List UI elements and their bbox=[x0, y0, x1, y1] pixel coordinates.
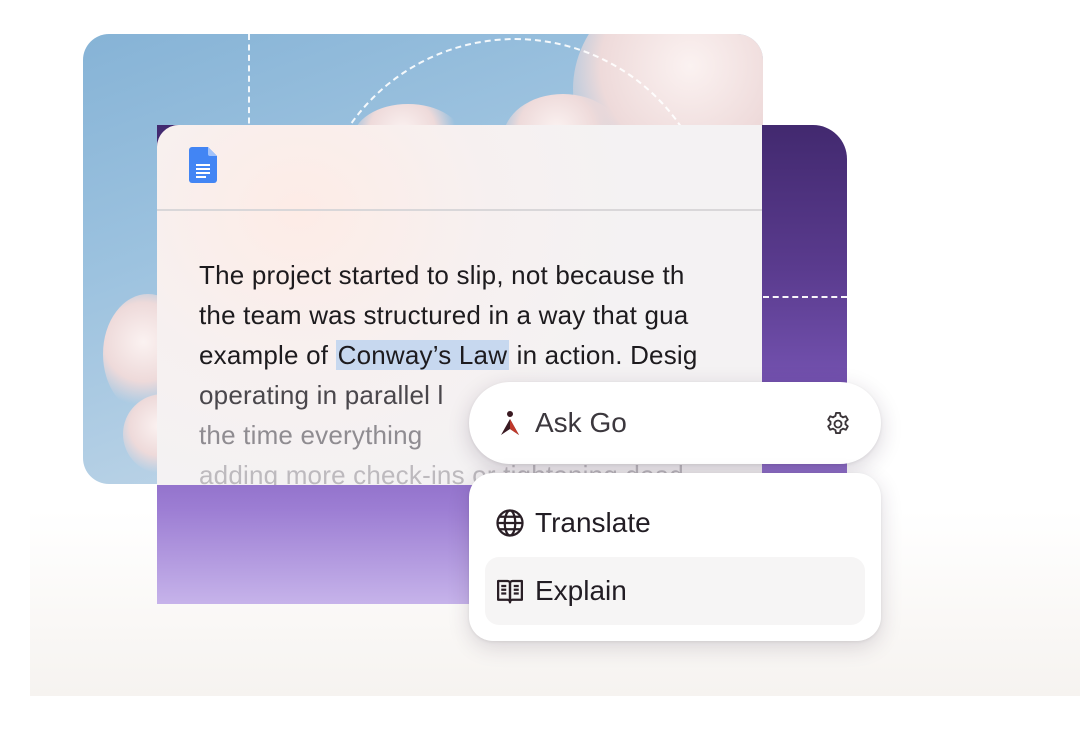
menu-item-label: Translate bbox=[535, 507, 651, 538]
highlighted-selection[interactable]: Conway’s Law bbox=[335, 340, 510, 370]
gear-icon[interactable] bbox=[824, 410, 852, 438]
document-header bbox=[157, 125, 762, 211]
action-menu: Translate Explain bbox=[469, 473, 881, 641]
globe-icon bbox=[495, 508, 525, 538]
ask-go-input-bar[interactable]: Ask Go bbox=[469, 382, 881, 464]
line-text-after: in action. Desig bbox=[509, 340, 698, 370]
document-line: example of Conway’s Law in action. Desig bbox=[199, 335, 762, 375]
menu-item-label: Explain bbox=[535, 575, 627, 606]
menu-item-translate[interactable]: Translate bbox=[485, 489, 865, 557]
go-logo-icon bbox=[499, 410, 521, 436]
line-text-before: example of bbox=[199, 340, 336, 370]
dashed-guide-horizontal bbox=[763, 296, 847, 298]
book-icon bbox=[495, 576, 525, 606]
dashed-guide-vertical bbox=[248, 34, 250, 134]
document-line: The project started to slip, not because… bbox=[199, 260, 685, 290]
document-line: the team was structured in a way that gu… bbox=[199, 300, 689, 330]
ask-go-placeholder[interactable]: Ask Go bbox=[535, 406, 627, 440]
menu-item-explain[interactable]: Explain bbox=[485, 557, 865, 625]
google-docs-icon[interactable] bbox=[189, 147, 217, 183]
